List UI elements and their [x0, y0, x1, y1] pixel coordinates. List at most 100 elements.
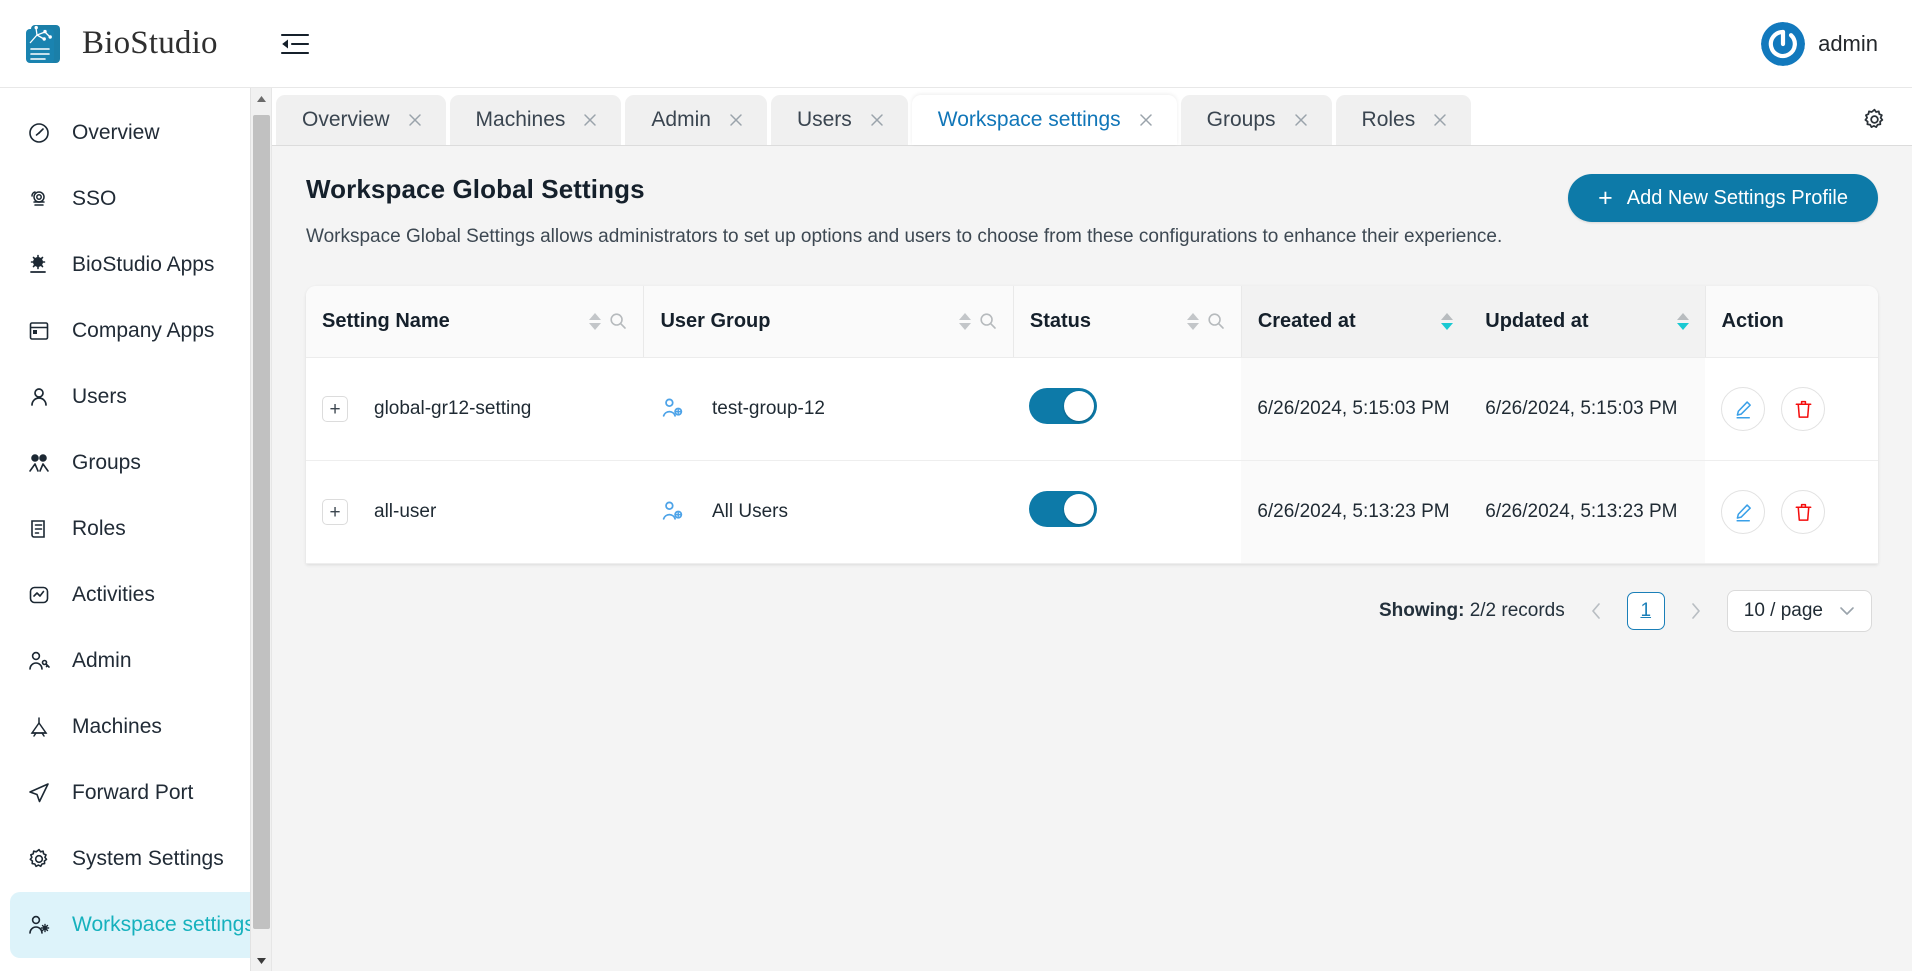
column-setting-name[interactable]: Setting Name: [306, 285, 644, 359]
plus-icon: +: [1598, 183, 1613, 212]
sort-arrows-icon[interactable]: [1676, 312, 1689, 330]
close-icon[interactable]: [1431, 111, 1449, 129]
tab-admin[interactable]: Admin: [625, 95, 767, 145]
trash-icon[interactable]: [1781, 490, 1826, 535]
scroll-up-arrow-icon[interactable]: [251, 88, 271, 109]
sort-arrows-icon[interactable]: [958, 312, 971, 330]
row-expand-button[interactable]: +: [322, 396, 348, 423]
tab-users[interactable]: Users: [770, 95, 908, 145]
tab-machines[interactable]: Machines: [449, 95, 622, 145]
sort-arrows-icon[interactable]: [1186, 312, 1199, 330]
search-icon[interactable]: [979, 312, 997, 330]
setting-name-value: global-gr12-setting: [374, 398, 532, 420]
body: Overview SSO BioStudio Apps Company Apps: [0, 88, 1912, 971]
close-icon[interactable]: [406, 111, 424, 129]
user-group-value: test-group-12: [711, 398, 825, 420]
updated-at-value: 6/26/2024, 5:15:03 PM: [1485, 398, 1678, 420]
showing-records: Showing: 2/2 records: [1379, 600, 1565, 622]
tab-workspace-settings[interactable]: Workspace settings: [911, 95, 1177, 145]
status-toggle[interactable]: [1029, 491, 1098, 528]
column-created-at[interactable]: Created at: [1240, 285, 1470, 359]
tab-strip: Overview Machines Admin Users Workspace …: [272, 88, 1912, 146]
edit-pencil-icon[interactable]: [1721, 387, 1766, 432]
column-user-group[interactable]: User Group: [643, 285, 1014, 359]
main-area: Overview Machines Admin Users Workspace …: [272, 88, 1912, 971]
chevron-right-icon[interactable]: [1683, 596, 1709, 626]
gear-icon[interactable]: [1852, 97, 1896, 141]
tab-label: Overview: [302, 108, 390, 131]
brand[interactable]: BioStudio: [24, 21, 218, 67]
tab-overview[interactable]: Overview: [276, 95, 446, 145]
search-icon[interactable]: [609, 312, 627, 330]
sidebar-item-machines[interactable]: Machines: [10, 694, 261, 760]
sidebar-item-activities[interactable]: Activities: [10, 562, 261, 628]
sidebar-item-label: Users: [72, 385, 127, 408]
sidebar-item-overview[interactable]: Overview: [10, 100, 261, 166]
collapse-sidebar-icon[interactable]: [274, 23, 316, 65]
column-status[interactable]: Status: [1012, 285, 1242, 359]
tab-label: Users: [796, 108, 852, 131]
sidebar-item-biostudio-apps[interactable]: BioStudio Apps: [10, 232, 261, 298]
column-label: User Group: [660, 309, 771, 332]
page-size-select[interactable]: 10 / page: [1726, 590, 1872, 633]
close-icon[interactable]: [581, 111, 599, 129]
cell-status: [1013, 460, 1242, 565]
close-icon[interactable]: [727, 111, 745, 129]
sidebar-item-system-settings[interactable]: System Settings: [10, 826, 261, 892]
sidebar-item-roles[interactable]: Roles: [10, 496, 261, 562]
sidebar-item-company-apps[interactable]: Company Apps: [10, 298, 261, 364]
sso-cloud-icon: [26, 186, 52, 212]
machine-icon: [26, 714, 52, 740]
tab-groups[interactable]: Groups: [1180, 95, 1332, 145]
user-icon: [26, 384, 52, 410]
table-header-row: Setting Name User Group Status Created a…: [306, 285, 1878, 359]
created-at-value: 6/26/2024, 5:13:23 PM: [1257, 501, 1450, 523]
sidebar-scrollbar[interactable]: [250, 88, 271, 971]
sidebar-item-groups[interactable]: Groups: [10, 430, 261, 496]
sidebar-item-workspace-settings[interactable]: Workspace settings: [10, 892, 261, 958]
close-icon[interactable]: [868, 111, 886, 129]
user-menu[interactable]: admin: [1755, 16, 1890, 72]
edit-pencil-icon[interactable]: [1721, 490, 1766, 535]
close-icon[interactable]: [1137, 111, 1155, 129]
sidebar: Overview SSO BioStudio Apps Company Apps: [0, 88, 272, 971]
sidebar-item-label: Machines: [72, 715, 162, 738]
sidebar-item-admin[interactable]: Admin: [10, 628, 261, 694]
tab-label: Groups: [1206, 108, 1276, 131]
content: Workspace Global Settings Workspace Glob…: [272, 146, 1912, 971]
cell-action: [1705, 460, 1878, 565]
row-expand-button[interactable]: +: [322, 499, 348, 526]
trash-icon[interactable]: [1781, 387, 1826, 432]
biostudio-logo-icon: [24, 21, 68, 67]
add-new-settings-profile-button[interactable]: + Add New Settings Profile: [1568, 174, 1878, 222]
top-bar: BioStudio admin: [0, 0, 1912, 88]
settings-table: Setting Name User Group Status Created a…: [306, 285, 1878, 565]
column-updated-at[interactable]: Updated at: [1469, 285, 1706, 359]
scroll-down-arrow-icon[interactable]: [251, 950, 271, 971]
cell-setting-name: + all-user: [306, 460, 644, 565]
sidebar-item-label: BioStudio Apps: [72, 253, 215, 276]
close-icon[interactable]: [1292, 111, 1310, 129]
page-number-1[interactable]: 1: [1626, 592, 1665, 631]
tab-roles[interactable]: Roles: [1335, 95, 1472, 145]
sidebar-item-sso[interactable]: SSO: [10, 166, 261, 232]
table-body: + global-gr12-setting test-group-12 6/26…: [306, 357, 1878, 565]
page-description: Workspace Global Settings allows adminis…: [306, 226, 1503, 247]
page-size-value: 10 / page: [1743, 600, 1823, 622]
scrollbar-thumb[interactable]: [253, 115, 270, 929]
sort-arrows-icon[interactable]: [1441, 312, 1454, 330]
cell-updated-at: 6/26/2024, 5:15:03 PM: [1469, 357, 1706, 462]
search-icon[interactable]: [1207, 312, 1225, 330]
created-at-value: 6/26/2024, 5:15:03 PM: [1257, 398, 1450, 420]
sort-arrows-icon[interactable]: [589, 312, 602, 330]
page-header-text: Workspace Global Settings Workspace Glob…: [306, 174, 1502, 250]
scrollbar-track[interactable]: [251, 109, 271, 950]
cell-updated-at: 6/26/2024, 5:13:23 PM: [1469, 460, 1706, 565]
sidebar-item-users[interactable]: Users: [10, 364, 261, 430]
gear-icon: [26, 846, 52, 872]
chevron-left-icon[interactable]: [1583, 596, 1609, 626]
column-label: Action: [1721, 309, 1784, 332]
sidebar-item-forward-port[interactable]: Forward Port: [10, 760, 261, 826]
activity-icon: [26, 582, 52, 608]
status-toggle[interactable]: [1029, 388, 1098, 425]
